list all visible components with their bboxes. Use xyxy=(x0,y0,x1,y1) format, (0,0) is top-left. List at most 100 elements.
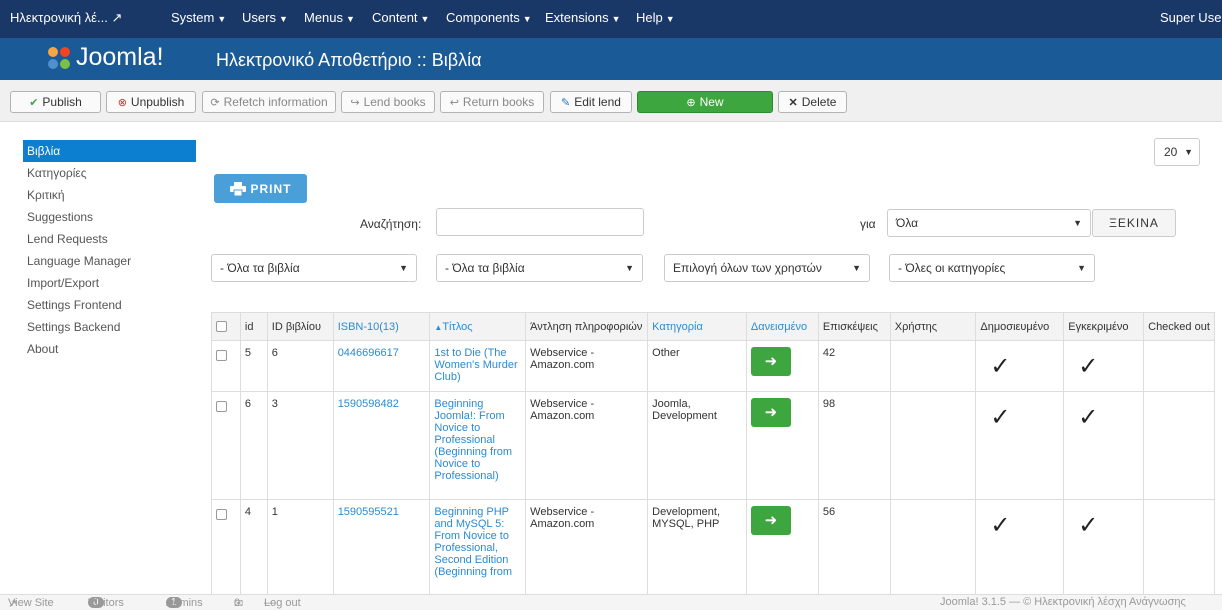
sidebar-item-about[interactable]: About xyxy=(23,338,196,360)
cancel-circle-icon: ⊗ xyxy=(117,96,127,109)
filter-categories-select[interactable]: - Όλες οι κατηγορίες ▼ xyxy=(889,254,1095,282)
cell-book-id: 3 xyxy=(266,391,334,500)
site-link[interactable]: Ηλεκτρονική λέ... ↗ xyxy=(10,10,122,26)
row-checkbox[interactable] xyxy=(216,401,227,412)
cell-source: Webservice - Amazon.com xyxy=(525,340,649,392)
col-source: Άντληση πληροφοριών xyxy=(525,312,649,341)
arrow-right-icon: ➜ xyxy=(764,404,778,421)
lend-arrow-button[interactable]: ➜ xyxy=(750,347,791,376)
cell-user xyxy=(889,340,977,392)
sidebar-item-books[interactable]: Βιβλία xyxy=(23,140,196,162)
caret-down-icon: ▼ xyxy=(1073,218,1082,228)
cell-category: Other xyxy=(647,340,747,392)
cell-checked-out xyxy=(1143,340,1215,392)
col-category[interactable]: Κατηγορία xyxy=(647,312,747,341)
header-bar: Joomla! Ηλεκτρονικό Αποθετήριο :: Βιβλία xyxy=(0,38,1222,80)
sidebar-item-reviews[interactable]: Κριτική xyxy=(23,184,196,206)
col-checked-out: Checked out xyxy=(1143,312,1215,341)
filter-books-select[interactable]: - Όλα τα βιβλία ▼ xyxy=(211,254,417,282)
caret-down-icon: ▼ xyxy=(625,263,634,273)
menu-components[interactable]: Components ▼ xyxy=(446,10,532,25)
menu-extensions[interactable]: Extensions ▼ xyxy=(545,10,621,25)
col-user: Χρήστης xyxy=(889,312,977,341)
search-field-label: για xyxy=(860,217,876,231)
published-check-icon[interactable]: ✓ xyxy=(980,406,1010,430)
col-title[interactable]: ▲Τίτλος xyxy=(429,312,527,341)
cell-visits: 98 xyxy=(817,391,891,500)
cell-isbn[interactable]: 1590598482 xyxy=(332,391,431,500)
filter-users-select[interactable]: Επιλογή όλων των χρηστών ▼ xyxy=(664,254,870,282)
lend-arrow-button[interactable]: ➜ xyxy=(750,506,791,535)
caret-down-icon: ▼ xyxy=(611,14,621,24)
menu-help[interactable]: Help ▼ xyxy=(636,10,675,25)
page-title: Ηλεκτρονικό Αποθετήριο :: Βιβλία xyxy=(216,50,482,70)
approved-check-icon[interactable]: ✓ xyxy=(1068,355,1098,379)
close-icon: ✕ xyxy=(788,96,798,109)
menu-users[interactable]: Users ▼ xyxy=(242,10,288,25)
cell-id: 6 xyxy=(239,391,268,500)
published-check-icon[interactable]: ✓ xyxy=(980,514,1010,538)
published-check-icon[interactable]: ✓ xyxy=(980,355,1010,379)
edit-lend-button[interactable]: ✎ Edit lend xyxy=(550,91,632,113)
cell-checked-out xyxy=(1143,391,1215,500)
filter-books-select-2[interactable]: - Όλα τα βιβλία ▼ xyxy=(436,254,643,282)
status-bar: ↗ View Site 0 Visitors 1 Admins ✉ 0 — Lo… xyxy=(0,594,1222,610)
col-book-id[interactable]: ID βιβλίου xyxy=(266,312,334,341)
cell-isbn[interactable]: 1590595521 xyxy=(332,499,431,596)
cell-title[interactable]: 1st to Die (The Women's Murder Club) xyxy=(429,340,527,392)
cell-category: Joomla, Development xyxy=(647,391,747,500)
col-published: Δημοσιευμένο xyxy=(975,312,1065,341)
caret-down-icon: ▼ xyxy=(217,14,227,24)
caret-down-icon: ▼ xyxy=(522,14,532,24)
col-isbn[interactable]: ISBN-10(13) xyxy=(332,312,431,341)
sidebar-item-settings-frontend[interactable]: Settings Frontend xyxy=(23,294,196,316)
search-input[interactable] xyxy=(436,208,644,236)
col-lent[interactable]: Δανεισμένο xyxy=(745,312,819,341)
new-button[interactable]: ⊕ New xyxy=(637,91,773,113)
sidebar-item-categories[interactable]: Κατηγορίες xyxy=(23,162,196,184)
print-button[interactable]: PRINT xyxy=(214,174,307,203)
sidebar-item-language-manager[interactable]: Language Manager xyxy=(23,250,196,272)
books-table: id ID βιβλίου ISBN-10(13) ▲Τίτλος Άντλησ… xyxy=(211,312,1215,596)
cell-user xyxy=(889,499,977,596)
sidebar-item-lend-requests[interactable]: Lend Requests xyxy=(23,228,196,250)
printer-icon xyxy=(229,181,246,196)
user-menu[interactable]: Super User xyxy=(1160,10,1222,25)
cell-isbn[interactable]: 0446696617 xyxy=(332,340,431,392)
cell-user xyxy=(889,391,977,500)
select-all-checkbox[interactable] xyxy=(216,321,227,332)
cell-source: Webservice - Amazon.com xyxy=(525,499,649,596)
sidebar-item-settings-backend[interactable]: Settings Backend xyxy=(23,316,196,338)
unpublish-button[interactable]: ⊗ Unpublish xyxy=(106,91,196,113)
approved-check-icon[interactable]: ✓ xyxy=(1068,406,1098,430)
menu-system[interactable]: System ▼ xyxy=(171,10,226,25)
delete-button[interactable]: ✕ Delete xyxy=(778,91,847,113)
caret-down-icon: ▼ xyxy=(852,263,861,273)
list-limit-select[interactable]: 20 ▼ xyxy=(1154,138,1200,166)
col-approved: Εγκεκριμένο xyxy=(1063,312,1145,341)
joomla-logo-text: Joomla! xyxy=(76,43,164,71)
approved-check-icon[interactable]: ✓ xyxy=(1068,514,1098,538)
cell-title[interactable]: Beginning PHP and MySQL 5: From Novice t… xyxy=(429,499,527,596)
edit-icon: ✎ xyxy=(561,96,571,109)
sidebar-item-suggestions[interactable]: Suggestions xyxy=(23,206,196,228)
col-id[interactable]: id xyxy=(239,312,268,341)
menu-content[interactable]: Content ▼ xyxy=(372,10,429,25)
row-checkbox[interactable] xyxy=(216,350,227,361)
sidebar-item-import-export[interactable]: Import/Export xyxy=(23,272,196,294)
lend-books-button[interactable]: ↪ Lend books xyxy=(341,91,435,113)
cell-title[interactable]: Beginning Joomla!: From Novice to Profes… xyxy=(429,391,527,500)
caret-down-icon: ▼ xyxy=(346,14,355,24)
publish-button[interactable]: ✔ Publish xyxy=(10,91,101,113)
col-visits: Επισκέψεις xyxy=(817,312,891,341)
search-go-button[interactable]: ΞΕΚΙΝΑ xyxy=(1092,209,1176,237)
return-books-button[interactable]: ↩ Return books xyxy=(440,91,544,113)
plus-circle-icon: ⊕ xyxy=(686,96,696,109)
check-icon: ✔ xyxy=(29,96,39,109)
menu-menus[interactable]: Menus ▼ xyxy=(304,10,355,25)
refetch-button[interactable]: ⟳ Refetch information xyxy=(202,91,336,113)
search-field-select[interactable]: Όλα ▼ xyxy=(887,209,1091,237)
row-checkbox[interactable] xyxy=(216,509,227,520)
lend-arrow-button[interactable]: ➜ xyxy=(750,398,791,427)
caret-down-icon: ▼ xyxy=(399,263,408,273)
